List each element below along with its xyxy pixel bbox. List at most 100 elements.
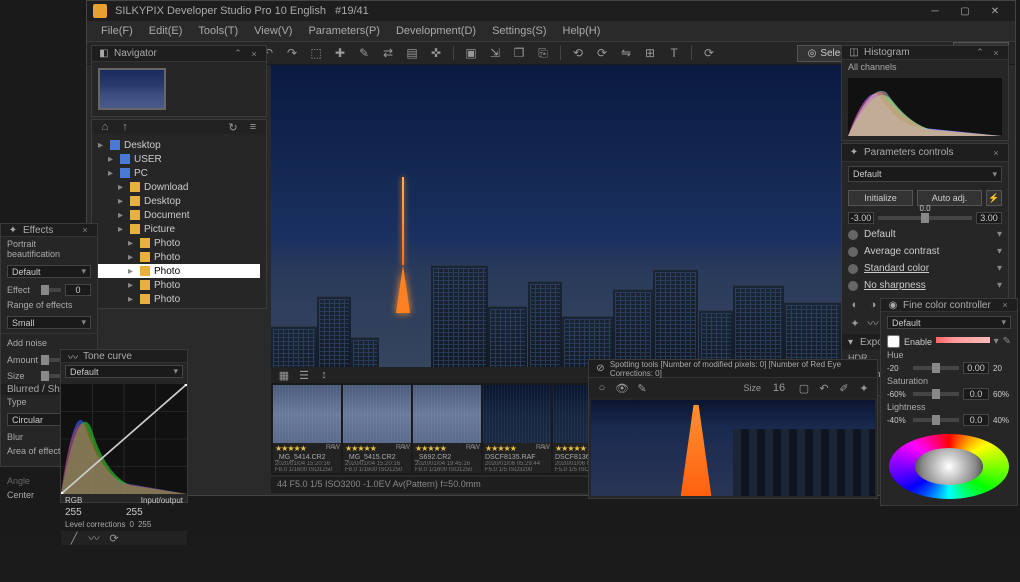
paste-icon[interactable]: ⎘ (534, 44, 552, 62)
tree-row[interactable]: ▸Picture (98, 222, 260, 236)
tree-refresh-icon[interactable]: ↻ (226, 120, 240, 134)
tree-home-icon[interactable]: ⌂ (98, 120, 112, 134)
menu-parameters[interactable]: Parameters(P) (300, 23, 388, 39)
spot-eye-icon[interactable]: 👁 (615, 381, 629, 395)
finecolor-preset[interactable]: Default▾ (887, 316, 1011, 329)
close-icon[interactable]: × (248, 48, 260, 60)
hue-slider[interactable] (913, 366, 959, 370)
copy-icon[interactable]: ❐ (510, 44, 528, 62)
menu-tools[interactable]: Tools(T) (190, 23, 246, 39)
film-grid-icon[interactable]: ▦ (277, 368, 291, 382)
brush-icon[interactable]: ✎ (355, 44, 373, 62)
hue-wheel[interactable] (889, 434, 1009, 499)
gradient-icon[interactable]: ▤ (403, 44, 421, 62)
maximize-button[interactable]: ▢ (951, 3, 979, 19)
tree-row[interactable]: ▸Video (98, 306, 260, 308)
spot-circle-icon[interactable]: ○ (595, 381, 609, 395)
tree-row[interactable]: ▸Photo (98, 264, 260, 278)
tree-row[interactable]: ▸Desktop (98, 194, 260, 208)
image-canvas[interactable] (271, 65, 841, 409)
tonecurve-preset[interactable]: Default▾ (65, 365, 183, 378)
menu-settings[interactable]: Settings(S) (484, 23, 554, 39)
effect-value[interactable]: 0 (65, 284, 91, 296)
tree-up-icon[interactable]: ↑ (118, 120, 132, 134)
param-value[interactable]: No sharpness (864, 280, 991, 291)
sat-value[interactable]: 0.0 (963, 388, 989, 400)
reset-icon[interactable]: ⟳ (700, 44, 718, 62)
tonecurve-plot[interactable] (61, 384, 187, 494)
flash-icon[interactable]: ⚡ (986, 190, 1002, 206)
compare-icon[interactable]: ⇄ (379, 44, 397, 62)
tree-row[interactable]: ▸Photo (98, 278, 260, 292)
curve-s-icon[interactable]: 〰 (87, 531, 101, 545)
enable-checkbox[interactable] (887, 335, 900, 348)
spot-brush-icon[interactable]: ✎ (635, 381, 649, 395)
thumbnail[interactable]: ●★★★★★RAW_S692.CR22020/01/04 19:45:16F8.… (413, 385, 481, 473)
effect-slider[interactable] (45, 288, 61, 292)
collapse-icon[interactable]: ⌃ (974, 47, 986, 59)
effects-preset-dropdown[interactable]: Default▾ (7, 265, 91, 278)
navigator-thumbnail[interactable] (98, 68, 166, 110)
lig-value[interactable]: 0.0 (963, 414, 989, 426)
tree-menu-icon[interactable]: ≡ (246, 120, 260, 134)
initialize-button[interactable]: Initialize (848, 190, 913, 206)
spot-pencil-icon[interactable]: ✐ (837, 381, 851, 395)
tree-row[interactable]: ▸Desktop (98, 138, 260, 152)
close-icon[interactable]: × (999, 299, 1011, 311)
close-icon[interactable]: × (990, 147, 1002, 159)
curve-icon[interactable]: 〰 (866, 316, 880, 330)
minimize-button[interactable]: ─ (921, 3, 949, 19)
picker-icon[interactable]: ✜ (427, 44, 445, 62)
fx-icon[interactable]: ✦ (848, 316, 862, 330)
param-value[interactable]: Average contrast (864, 246, 991, 257)
menu-edit[interactable]: Edit(E) (141, 23, 191, 39)
wb-icon[interactable]: ◐ (848, 298, 862, 312)
tree-row[interactable]: ▸Document (98, 208, 260, 222)
tree-row[interactable]: ▸USER (98, 152, 260, 166)
spot-undo-icon[interactable]: ↶ (817, 381, 831, 395)
menu-file[interactable]: File(F) (93, 23, 141, 39)
rgb-label[interactable]: RGB (65, 496, 82, 505)
menu-help[interactable]: Help(H) (555, 23, 609, 39)
noise-size-slider[interactable] (45, 374, 61, 378)
thumbnail[interactable]: ●★★★★★RAWDSCF8135.RAF2020/01/06 05:29:44… (483, 385, 551, 473)
hue-value[interactable]: 0.00 (963, 362, 989, 374)
finecolor-picker-icon[interactable]: ✎ (1003, 336, 1011, 347)
thumbnail[interactable]: ●★★★★★RAW_MG_5415.CR22020/01/04 15:20:16… (343, 385, 411, 473)
spot-wand-icon[interactable]: ✦ (857, 381, 871, 395)
exposure-slider[interactable]: 0.0 (878, 216, 972, 220)
amount-slider[interactable] (45, 358, 61, 362)
curve-reset-icon[interactable]: ⟳ (107, 531, 121, 545)
param-value[interactable]: Standard color (864, 263, 991, 274)
tree-row[interactable]: ▸Download (98, 180, 260, 194)
level-hi[interactable]: 255 (138, 520, 151, 529)
tree-row[interactable]: ▸Photo (98, 292, 260, 306)
rotate-r-icon[interactable]: ⟳ (593, 44, 611, 62)
menu-development[interactable]: Development(D) (388, 23, 484, 39)
heal-icon[interactable]: ✚ (331, 44, 349, 62)
close-icon[interactable]: × (79, 224, 91, 236)
text-icon[interactable]: T (665, 44, 683, 62)
develop-icon[interactable]: ▣ (462, 44, 480, 62)
menu-view[interactable]: View(V) (246, 23, 300, 39)
io-input[interactable]: 255 (65, 507, 122, 518)
finecolor-dropdown-icon[interactable]: ▾ (994, 336, 999, 347)
straighten-icon[interactable]: ⊞ (641, 44, 659, 62)
close-icon[interactable]: × (990, 47, 1002, 59)
tree-row[interactable]: ▸Photo (98, 250, 260, 264)
tree-row[interactable]: ▸PC (98, 166, 260, 180)
spotting-preview[interactable] (591, 400, 875, 496)
range-dropdown[interactable]: Small▾ (7, 316, 91, 329)
flip-h-icon[interactable]: ⇋ (617, 44, 635, 62)
params-preset-dropdown[interactable]: Default▾ (848, 166, 1002, 182)
crop-icon[interactable]: ⬚ (307, 44, 325, 62)
spot-mask-icon[interactable]: ▢ (797, 381, 811, 395)
export-icon[interactable]: ⇲ (486, 44, 504, 62)
curve-line-icon[interactable]: ╱ (67, 531, 81, 545)
lig-slider[interactable] (913, 418, 959, 422)
close-button[interactable]: ✕ (981, 3, 1009, 19)
histogram-channels[interactable]: All channels (842, 60, 1008, 74)
io-output[interactable]: 255 (126, 507, 183, 518)
redo-icon[interactable]: ↷ (283, 44, 301, 62)
thumbnail[interactable]: ●★★★★★RAW_MG_5414.CR22020/01/04 15:20:16… (273, 385, 341, 473)
